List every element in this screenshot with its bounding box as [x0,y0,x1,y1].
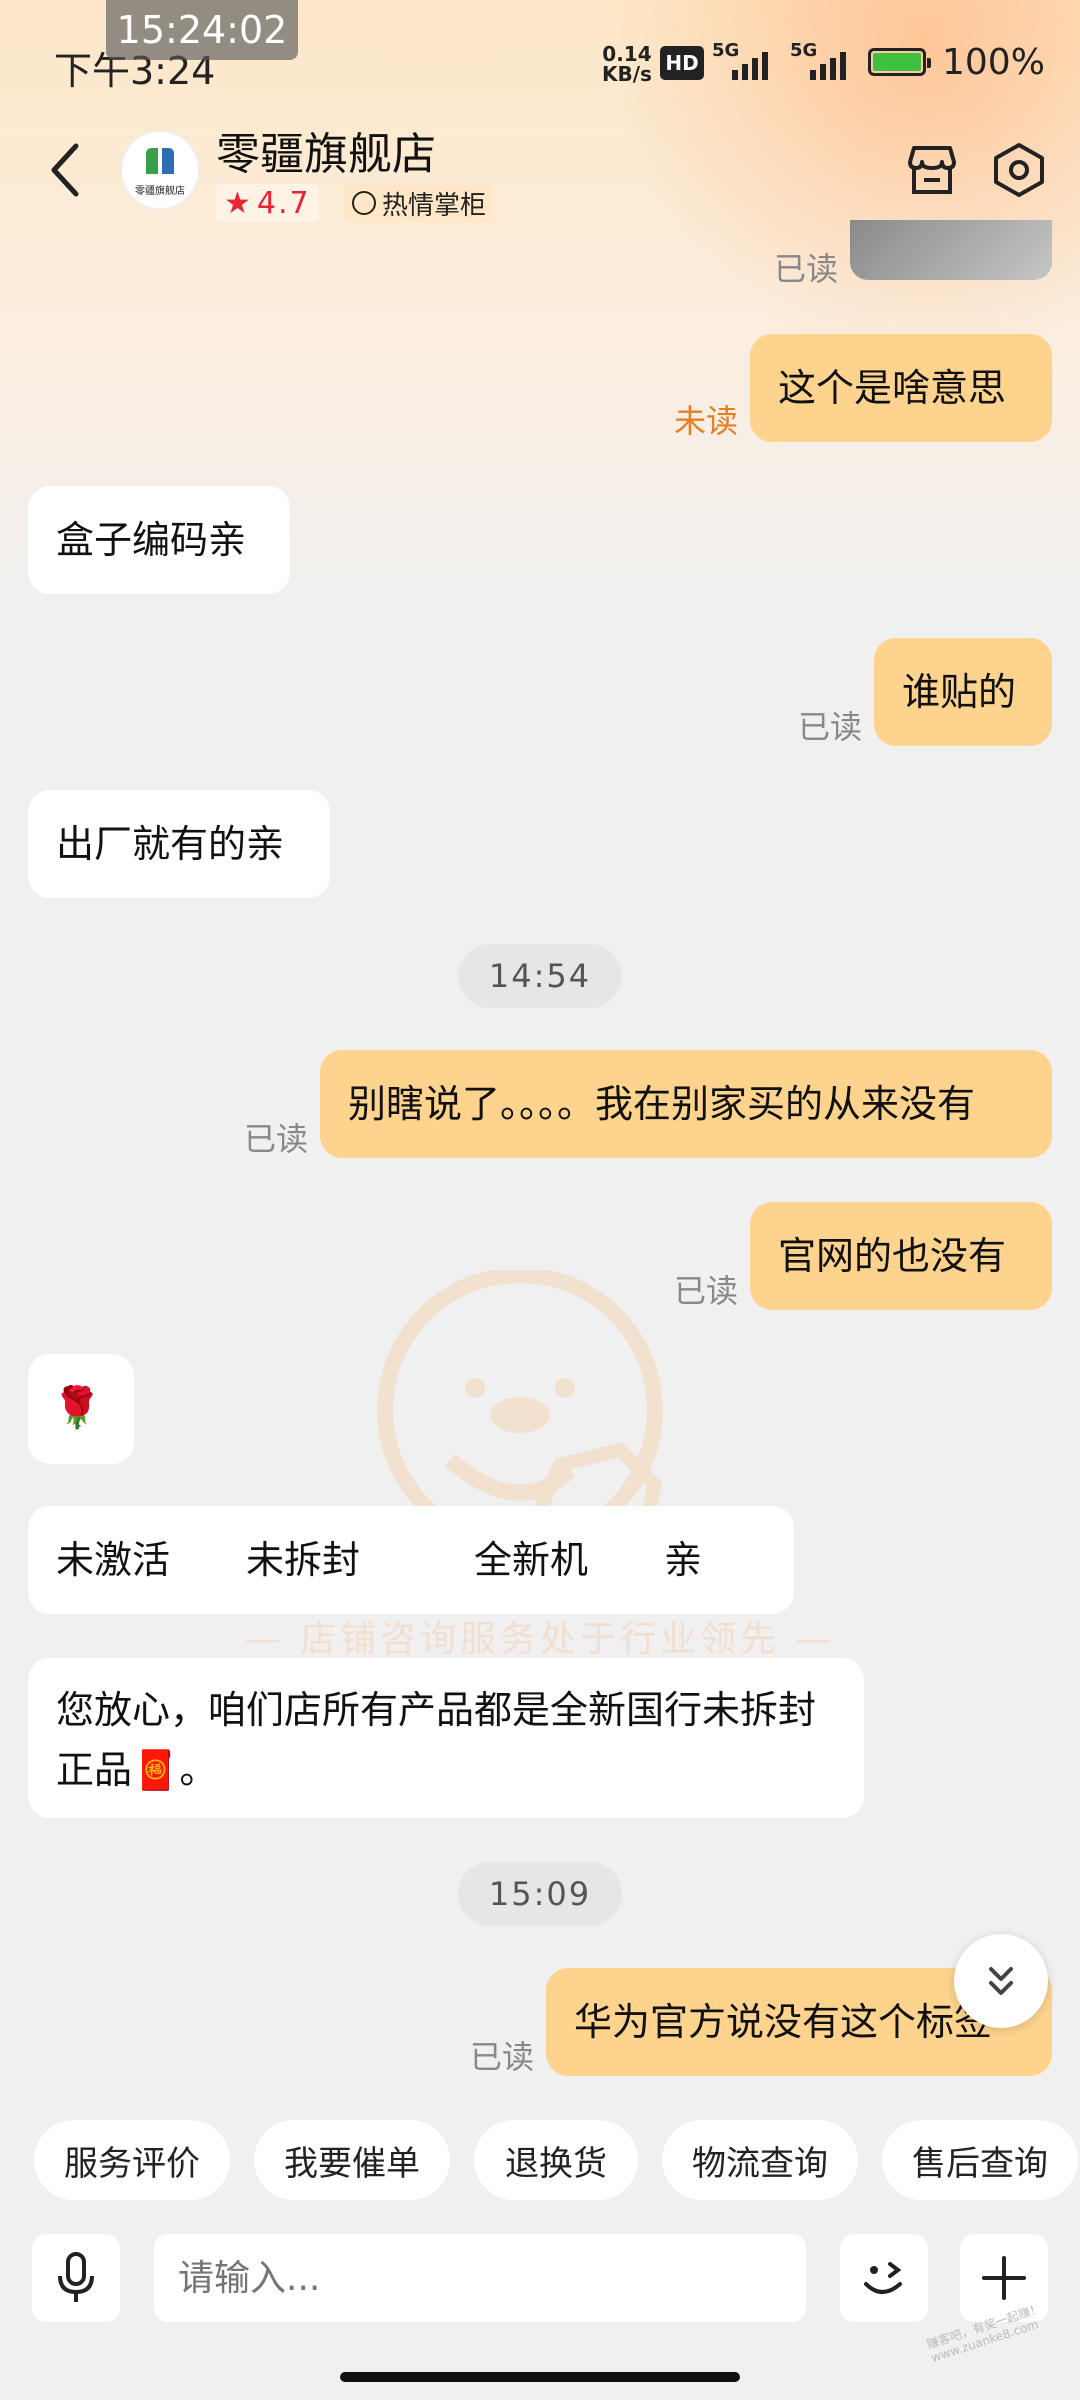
signal-icon-2: 5G [790,40,854,80]
microphone-icon [58,2252,94,2302]
scroll-to-bottom-button[interactable] [954,1934,1048,2028]
home-indicator[interactable] [340,2372,740,2382]
shop-name[interactable]: 零疆旗舰店 [216,118,436,182]
smile-icon [352,191,376,215]
quick-reply-logistics[interactable]: 物流查询 [662,2120,858,2200]
shop-avatar[interactable]: 零疆旗舰店 [122,132,198,208]
recording-time-overlay: 15:24:02 [106,0,298,60]
shop-logo-icon [146,148,174,174]
status-bar: 下午3:24 15:24:02 0.14 KB/s HD 5G 5G 100% [0,0,1080,120]
rating-value: 4.7 [256,185,311,221]
message-bubble[interactable]: 别瞎说了。。。。我在别家买的从来没有 [320,1050,1052,1158]
signal-icon: 5G [712,40,776,80]
emoji-button[interactable] [840,2234,928,2322]
battery-percent: 100% [942,42,1045,83]
read-status: 已读 [774,250,839,288]
quick-reply-urge-order[interactable]: 我要催单 [254,2120,450,2200]
message-bubble[interactable]: 谁贴的 [874,638,1052,746]
message-bubble[interactable]: 未激活 未拆封 全新机 亲 [28,1506,794,1614]
plus-icon [982,2256,1026,2300]
message-bubble[interactable]: 出厂就有的亲 [28,790,330,898]
back-icon[interactable] [44,140,88,200]
shop-rating: ★ 4.7 [216,184,319,222]
store-icon[interactable] [904,144,960,196]
message-input[interactable] [154,2234,806,2322]
settings-icon[interactable] [992,142,1046,198]
hd-icon: HD [660,46,704,80]
network-speed-value: 0.14 [602,42,652,66]
unread-status: 未读 [674,402,739,440]
message-bubble[interactable]: 盒子编码亲 [28,486,290,594]
network-speed-unit: KB/s [602,62,652,86]
chat-area[interactable]: 已读 这个是啥意思 未读 盒子编码亲 谁贴的 已读 出厂就有的亲 14:54 别… [0,220,1080,2110]
timestamp: 14:54 [458,944,622,1008]
input-bar [0,2222,1080,2342]
message-bubble[interactable]: 官网的也没有 [750,1202,1052,1310]
quick-reply-service-review[interactable]: 服务评价 [34,2120,230,2200]
read-status: 已读 [798,708,863,746]
message-bubble[interactable]: 这个是啥意思 [750,334,1052,442]
voice-button[interactable] [32,2234,120,2322]
service-badge-label: 热情掌柜 [382,190,487,221]
quick-reply-after-sales[interactable]: 售后查询 [882,2120,1078,2200]
message-bubble[interactable]: 您放心，咱们店所有产品都是全新国行未拆封正品🧧。 [28,1658,864,1818]
service-badge: 热情掌柜 [344,184,495,222]
shop-avatar-text: 零疆旗舰店 [135,186,185,197]
read-status: 已读 [244,1120,309,1158]
quick-reply-return-exchange[interactable]: 退换货 [474,2120,638,2200]
rose-sticker-message[interactable]: 🌹 [28,1354,134,1464]
quick-reply-bar: 服务评价 我要催单 退换货 物流查询 售后查询 [0,2120,1080,2204]
double-chevron-down-icon [989,1967,1013,1995]
image-message-thumbnail[interactable] [850,220,1052,280]
star-icon: ★ [224,185,251,221]
wink-emoji-icon [864,2262,902,2294]
battery-icon [868,48,931,76]
read-status: 已读 [470,2038,535,2076]
timestamp: 15:09 [458,1862,622,1926]
network-speed: 0.14 KB/s [602,44,652,84]
read-status: 已读 [674,1272,739,1310]
